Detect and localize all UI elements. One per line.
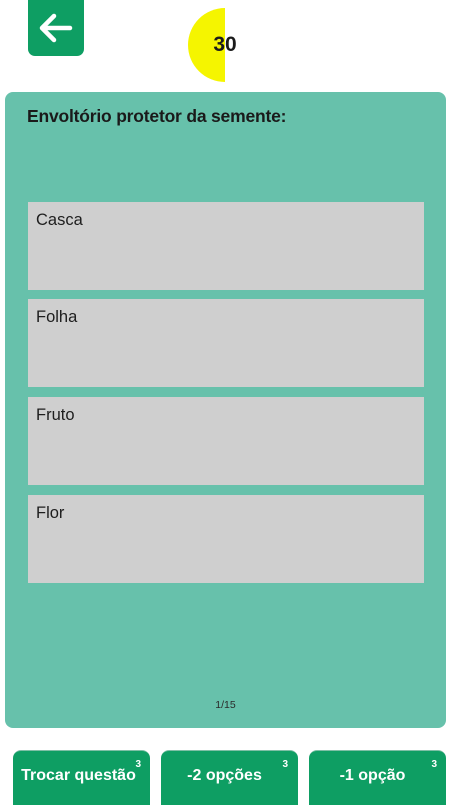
answer-option[interactable]: Fruto bbox=[28, 397, 424, 485]
countdown-timer: 30 bbox=[188, 8, 262, 82]
answer-option-label: Casca bbox=[36, 211, 83, 229]
swap-question-button[interactable]: Trocar questão 3 bbox=[13, 750, 150, 805]
back-button[interactable] bbox=[28, 0, 84, 56]
timer-value: 30 bbox=[213, 33, 237, 56]
helper-count-badge: 3 bbox=[431, 759, 437, 770]
question-text: Envoltório protetor da semente: bbox=[27, 106, 287, 126]
answer-option[interactable]: Folha bbox=[28, 299, 424, 387]
helper-count-badge: 3 bbox=[282, 759, 288, 770]
answer-option-label: Folha bbox=[36, 308, 78, 326]
answer-option[interactable]: Flor bbox=[28, 495, 424, 583]
helper-label: Trocar questão bbox=[21, 767, 136, 784]
answer-option-label: Flor bbox=[36, 504, 65, 522]
answer-option[interactable]: Casca bbox=[28, 202, 424, 290]
answer-option-label: Fruto bbox=[36, 406, 75, 424]
question-card: Envoltório protetor da semente: Casca Fo… bbox=[5, 92, 446, 728]
remove-one-option-button[interactable]: -1 opção 3 bbox=[309, 750, 446, 805]
helper-label: -1 opção bbox=[339, 767, 406, 784]
helper-label: -2 opções bbox=[187, 767, 262, 784]
helper-count-badge: 3 bbox=[135, 759, 141, 770]
question-progress: 1/15 bbox=[215, 699, 236, 711]
remove-two-options-button[interactable]: -2 opções 3 bbox=[161, 750, 298, 805]
arrow-left-icon bbox=[39, 13, 73, 43]
